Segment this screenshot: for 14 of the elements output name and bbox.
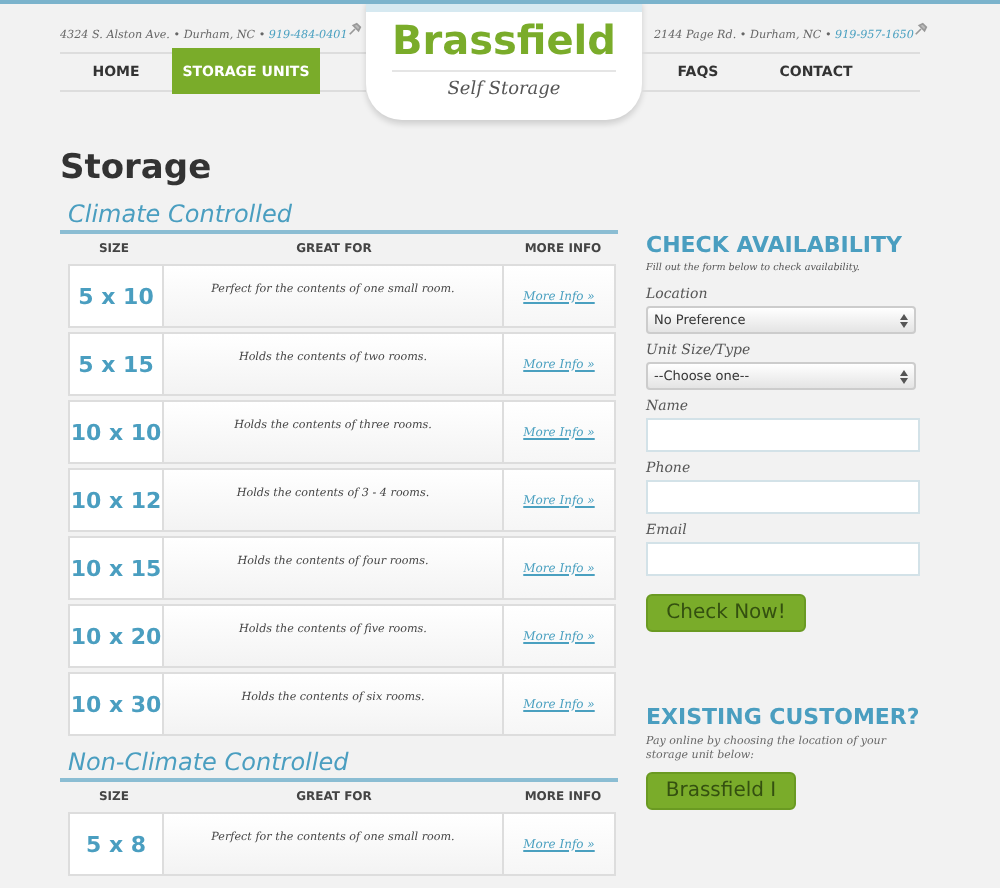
input-field[interactable]: [646, 542, 920, 576]
check-now-button[interactable]: Check Now!: [646, 594, 806, 632]
logo-name: Brassfield: [392, 16, 616, 72]
input-field[interactable]: [646, 480, 920, 514]
existing-customer-title: EXISTING CUSTOMER?: [646, 704, 920, 730]
section-title: Climate Controlled: [60, 200, 618, 234]
section-title: Non-Climate Controlled: [60, 748, 618, 782]
logo-tagline: Self Storage: [447, 80, 561, 100]
location-button[interactable]: Brassfield I: [646, 772, 796, 810]
page-title: Storage: [60, 146, 212, 190]
check-availability-title: CHECK AVAILABILITY: [646, 232, 902, 258]
dropdown-arrows-icon: [900, 313, 908, 327]
dropdown-arrows-icon: [900, 369, 908, 383]
input-field[interactable]: [646, 418, 920, 452]
